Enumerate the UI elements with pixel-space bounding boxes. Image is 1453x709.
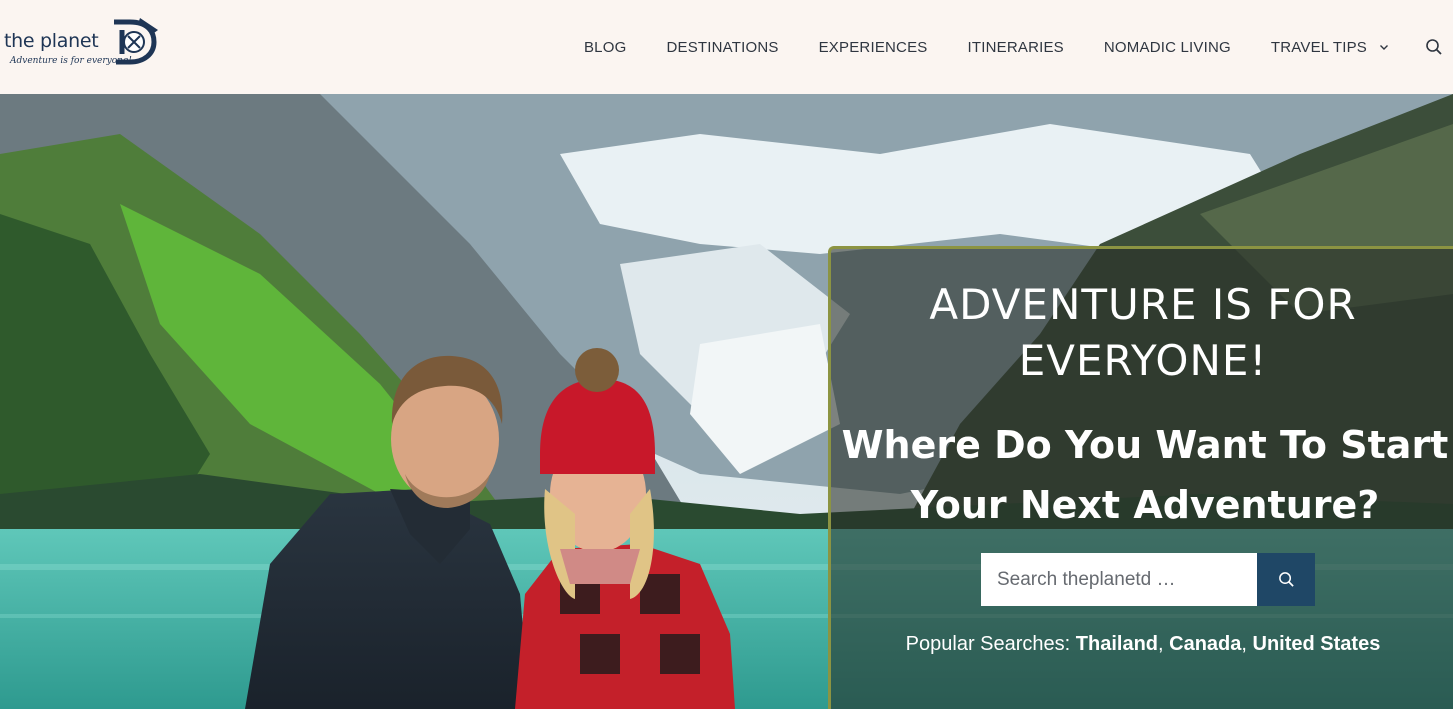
nav-item-label: NOMADIC LIVING xyxy=(1103,38,1231,56)
site-header: the planet Adventure is for everyone! BL… xyxy=(0,0,1453,94)
logo-tagline: Adventure is for everyone! xyxy=(10,56,132,66)
site-logo[interactable]: the planet Adventure is for everyone! xyxy=(4,14,164,78)
hero-title: ADVENTURE IS FOR EVERYONE! xyxy=(929,280,1357,385)
search-submit-button[interactable] xyxy=(1257,553,1315,606)
popular-link-united-states[interactable]: United States xyxy=(1253,633,1381,655)
nav-item-label: DESTINATIONS xyxy=(666,38,779,56)
nav-item-travel-tips[interactable]: TRAVEL TIPS xyxy=(1251,39,1409,56)
nav-item-experiences[interactable]: EXPERIENCES xyxy=(799,39,948,56)
hero-search-form xyxy=(981,553,1315,606)
popular-link-canada[interactable]: Canada xyxy=(1169,633,1241,655)
nav-search-button[interactable] xyxy=(1409,38,1453,56)
nav-item-label: TRAVEL TIPS xyxy=(1270,38,1367,56)
hero-search-panel: ADVENTURE IS FOR EVERYONE! Where Do You … xyxy=(828,246,1453,709)
chevron-down-icon xyxy=(1380,45,1388,50)
logo-wordmark: the planet xyxy=(4,30,99,52)
popular-searches-label: Popular Searches: xyxy=(905,633,1071,655)
main-nav: BLOG DESTINATIONS EXPERIENCES ITINERARIE… xyxy=(564,0,1453,94)
search-icon xyxy=(1426,39,1442,55)
nav-item-destinations[interactable]: DESTINATIONS xyxy=(646,39,798,56)
nav-item-itineraries[interactable]: ITINERARIES xyxy=(948,39,1084,56)
nav-item-label: EXPERIENCES xyxy=(818,38,928,56)
nav-item-label: ITINERARIES xyxy=(967,38,1064,56)
search-icon xyxy=(1278,572,1294,587)
nav-item-blog[interactable]: BLOG xyxy=(564,39,646,56)
nav-item-label: BLOG xyxy=(583,38,627,56)
nav-item-nomadic-living[interactable]: NOMADIC LIVING xyxy=(1084,39,1251,56)
search-input[interactable] xyxy=(981,553,1257,606)
popular-link-thailand[interactable]: Thailand xyxy=(1076,633,1158,655)
popular-searches: Popular Searches: Thailand, Canada, Unit… xyxy=(905,633,1381,655)
hero-section: ADVENTURE IS FOR EVERYONE! Where Do You … xyxy=(0,94,1453,709)
hero-subtitle: Where Do You Want To Start Your Next Adv… xyxy=(841,423,1449,527)
